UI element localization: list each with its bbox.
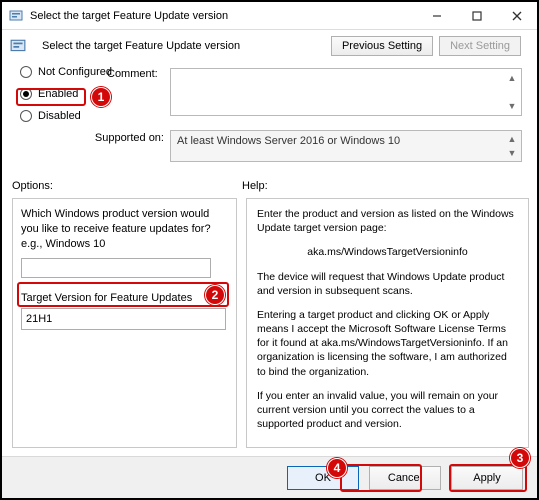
header-row: Select the target Feature Update version… [2, 30, 537, 62]
help-text: If you enter an invalid value, you will … [257, 389, 518, 432]
window-title: Select the target Feature Update version [30, 10, 417, 22]
comment-textarea[interactable]: ▲ ▼ [170, 68, 522, 116]
target-version-label: Target Version for Feature Updates [21, 292, 228, 304]
policy-icon [10, 38, 26, 54]
maximize-button[interactable] [457, 2, 497, 30]
radio-enabled[interactable]: Enabled [20, 88, 112, 100]
scroll-down-icon[interactable]: ▼ [505, 99, 519, 113]
radio-label: Enabled [38, 88, 78, 100]
radio-disabled[interactable]: Disabled [20, 110, 112, 122]
help-heading: Help: [242, 180, 268, 192]
radio-label: Not Configured [38, 66, 112, 78]
supported-on-box: At least Windows Server 2016 or Windows … [170, 130, 522, 162]
help-link-text: aka.ms/WindowsTargetVersioninfo [257, 245, 518, 259]
minimize-button[interactable] [417, 2, 457, 30]
dialog-button-bar: OK Cancel Apply [2, 456, 537, 498]
product-version-question: Which Windows product version would you … [21, 207, 228, 252]
page-title: Select the target Feature Update version [42, 40, 321, 52]
radio-not-configured[interactable]: Not Configured [20, 66, 112, 78]
supported-on-text: At least Windows Server 2016 or Windows … [177, 135, 400, 147]
radio-icon [20, 110, 32, 122]
radio-icon [20, 88, 32, 100]
titlebar: Select the target Feature Update version [2, 2, 537, 30]
apply-button[interactable]: Apply [451, 466, 523, 490]
radio-icon [20, 66, 32, 78]
cancel-button[interactable]: Cancel [369, 466, 441, 490]
scroll-up-icon: ▲ [505, 132, 519, 146]
state-radio-group: Not Configured Enabled Disabled [20, 66, 112, 122]
supported-on-label: Supported on: [84, 132, 164, 144]
close-button[interactable] [497, 2, 537, 30]
policy-icon [8, 8, 24, 24]
ok-button[interactable]: OK [287, 466, 359, 490]
radio-label: Disabled [38, 110, 81, 122]
product-version-input[interactable] [21, 258, 211, 278]
help-text: Enter the product and version as listed … [257, 207, 518, 235]
help-text: The device will request that Windows Upd… [257, 270, 518, 298]
scroll-down-icon: ▼ [505, 146, 519, 160]
help-panel: Enter the product and version as listed … [246, 198, 529, 448]
help-text: Entering a target product and clicking O… [257, 308, 518, 379]
target-version-input[interactable] [21, 308, 226, 330]
next-setting-button: Next Setting [439, 36, 521, 56]
previous-setting-button[interactable]: Previous Setting [331, 36, 433, 56]
scroll-up-icon[interactable]: ▲ [505, 71, 519, 85]
comment-label: Comment: [107, 68, 158, 80]
options-heading: Options: [12, 180, 242, 192]
options-panel: Which Windows product version would you … [12, 198, 237, 448]
